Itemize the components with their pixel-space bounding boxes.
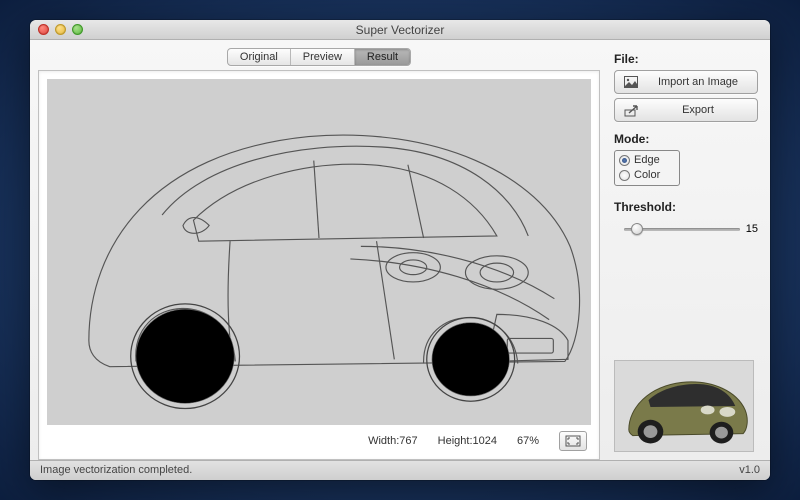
content-area: Original Preview Result <box>30 40 770 459</box>
main-panel: Original Preview Result <box>30 40 608 459</box>
image-height-label: Height:1024 <box>438 435 497 447</box>
zoom-button[interactable] <box>72 24 83 35</box>
canvas-info-bar: Width:767 Height:1024 67% <box>47 425 591 451</box>
thumbnail-image <box>615 360 753 452</box>
radio-color[interactable] <box>619 170 630 181</box>
status-bar: Image vectorization completed. v1.0 <box>30 460 770 480</box>
mode-section-label: Mode: <box>614 132 758 146</box>
traffic-lights <box>30 24 83 35</box>
export-icon <box>623 102 639 118</box>
vectorized-image <box>47 79 591 424</box>
titlebar: Super Vectorizer <box>30 20 770 40</box>
canvas-frame: Width:767 Height:1024 67% <box>38 70 600 459</box>
close-button[interactable] <box>38 24 49 35</box>
radio-edge[interactable] <box>619 155 630 166</box>
tab-bar: Original Preview Result <box>38 48 600 70</box>
export-button-label: Export <box>647 104 749 116</box>
tab-original[interactable]: Original <box>228 49 291 65</box>
minimize-button[interactable] <box>55 24 66 35</box>
threshold-control: 15 <box>614 218 758 236</box>
mode-color-label: Color <box>634 168 660 183</box>
threshold-section-label: Threshold: <box>614 200 758 214</box>
zoom-label: 67% <box>517 435 539 447</box>
image-width-label: Width:767 <box>368 435 418 447</box>
import-button-label: Import an Image <box>647 76 749 88</box>
slider-knob[interactable] <box>631 223 643 235</box>
view-tabs: Original Preview Result <box>227 48 411 66</box>
mode-edge-label: Edge <box>634 153 660 168</box>
file-section-label: File: <box>614 52 758 66</box>
sidebar: File: Import an Image Export Mode: Edge <box>608 40 770 459</box>
threshold-slider[interactable] <box>624 222 740 236</box>
result-canvas[interactable] <box>47 79 591 424</box>
version-label: v1.0 <box>739 464 760 476</box>
fit-to-window-button[interactable] <box>559 431 587 451</box>
mode-edge-option[interactable]: Edge <box>619 153 675 168</box>
fit-icon <box>565 435 581 447</box>
tab-preview[interactable]: Preview <box>291 49 355 65</box>
mode-color-option[interactable]: Color <box>619 168 675 183</box>
window-title: Super Vectorizer <box>30 23 770 37</box>
source-thumbnail[interactable] <box>614 360 754 452</box>
tab-result[interactable]: Result <box>355 49 410 65</box>
threshold-value: 15 <box>746 223 758 235</box>
export-button[interactable]: Export <box>614 98 758 122</box>
mode-radio-group: Edge Color <box>614 150 680 186</box>
app-window: Super Vectorizer Original Preview Result <box>30 20 770 480</box>
status-message: Image vectorization completed. <box>40 464 192 476</box>
import-image-button[interactable]: Import an Image <box>614 70 758 94</box>
import-icon <box>623 74 639 90</box>
